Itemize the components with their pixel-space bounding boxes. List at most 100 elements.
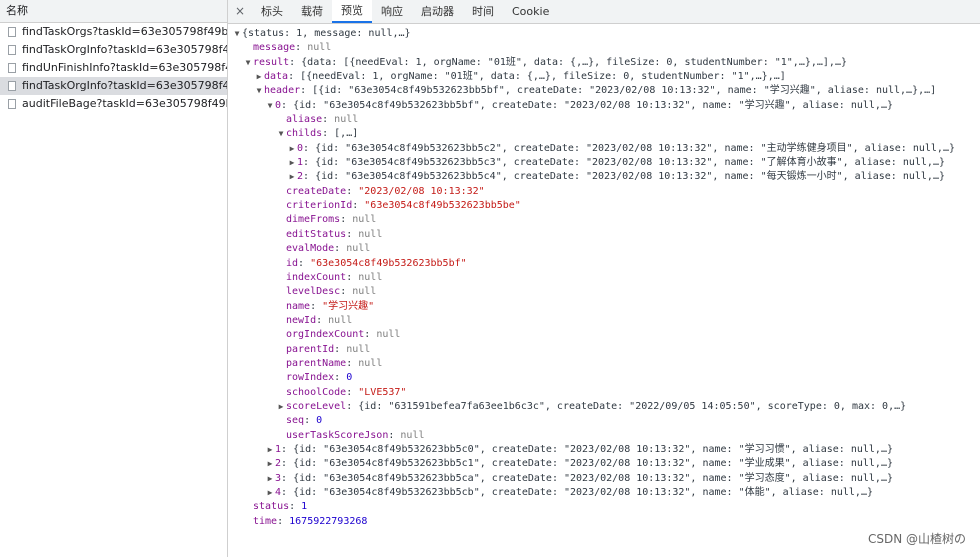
request-item[interactable]: auditFileBage?taskId=63e305798f49b53... <box>0 95 227 113</box>
collapsed-triangle-icon[interactable]: ▶ <box>287 170 297 184</box>
json-key: userTaskScoreJson <box>286 429 389 441</box>
json-line[interactable]: ▶ 4: {id: "63e3054c8f49b532623bb5cb", cre… <box>232 486 980 500</box>
json-line[interactable]: ▶ 0: {id: "63e3054c8f49b532623bb5c2", cre… <box>232 142 980 156</box>
json-line: schoolCode: "LVE537" <box>232 386 980 400</box>
json-line[interactable]: ▶ 1: {id: "63e3054c8f49b532623bb5c3", cre… <box>232 156 980 170</box>
json-value: : {id: "63e3054c8f49b532623bb5c1", creat… <box>281 458 893 470</box>
request-item[interactable]: findTaskOrgs?taskId=63e305798f49b53... <box>0 23 227 41</box>
json-value: 0 <box>346 372 353 384</box>
json-value: : <box>346 357 359 369</box>
tab-1[interactable]: 载荷 <box>292 0 332 23</box>
json-line[interactable]: ▼ childs: [,…] <box>232 127 980 141</box>
json-key: indexCount <box>286 271 347 283</box>
json-line[interactable]: ▼ result: {data: [{needEval: 1, orgName: … <box>232 56 980 70</box>
json-line: rowIndex: 0 <box>232 371 980 385</box>
request-item-label: auditFileBage?taskId=63e305798f49b53... <box>22 97 227 110</box>
collapsed-triangle-icon[interactable]: ▶ <box>254 70 264 84</box>
json-key: schoolCode <box>286 386 347 398</box>
json-value: : <box>334 343 347 355</box>
expanded-triangle-icon[interactable]: ▼ <box>265 99 275 113</box>
detail-panel: × 标头 载荷 预览 响应 启动器 时间 Cookie ▼ {status: 1, messa… <box>228 0 980 557</box>
request-item[interactable]: findTaskOrgInfo?taskId=63e305798f49b... <box>0 41 227 59</box>
json-line: evalMode: null <box>232 242 980 256</box>
json-key: rowIndex <box>286 372 335 384</box>
json-key: createDate <box>286 185 347 197</box>
json-line[interactable]: ▼ 0: {id: "63e3054c8f49b532623bb5bf", cre… <box>232 99 980 113</box>
json-line: parentName: null <box>232 357 980 371</box>
expanded-triangle-icon[interactable]: ▼ <box>276 127 286 141</box>
expanded-triangle-icon[interactable]: ▼ <box>232 27 242 41</box>
json-value: null <box>358 271 383 283</box>
json-value: null <box>346 343 371 355</box>
json-value: : {id: "63e3054c8f49b532623bb5cb", creat… <box>281 487 873 498</box>
json-value: : <box>277 515 290 527</box>
json-value: "学习兴趣" <box>322 300 375 312</box>
json-value: : <box>346 271 359 283</box>
request-item[interactable]: findTaskOrgInfo?taskId=63e305798f49b... <box>0 77 227 95</box>
tab-0[interactable]: 标头 <box>252 0 292 23</box>
tab-3[interactable]: 响应 <box>372 0 412 23</box>
json-value: 1 <box>301 501 308 513</box>
json-line[interactable]: ▶ data: [{needEval: 1, orgName: "01班", da… <box>232 70 980 84</box>
json-value: : {id: "63e3054c8f49b532623bb5c0", creat… <box>281 443 893 455</box>
json-line[interactable]: ▶ 1: {id: "63e3054c8f49b532623bb5c0", cre… <box>232 443 980 457</box>
json-value: "LVE537" <box>358 386 407 398</box>
json-key: parentName <box>286 357 347 369</box>
json-value: null <box>334 114 359 126</box>
json-line: createDate: "2023/02/08 10:13:32" <box>232 185 980 199</box>
json-value: : <box>304 415 317 427</box>
collapsed-triangle-icon[interactable]: ▶ <box>287 142 297 156</box>
json-value: : {id: "63e3054c8f49b532623bb5c4", creat… <box>303 171 945 183</box>
expanded-triangle-icon[interactable]: ▼ <box>254 84 264 98</box>
json-value: : <box>334 243 347 255</box>
json-line[interactable]: ▶ 3: {id: "63e3054c8f49b532623bb5ca", cre… <box>232 472 980 486</box>
json-preview: ▼ {status: 1, message: null,…} message: n… <box>232 27 980 529</box>
json-line: criterionId: "63e3054c8f49b532623bb5be" <box>232 199 980 213</box>
json-line[interactable]: ▼ {status: 1, message: null,…} <box>232 27 980 41</box>
json-value: : <box>388 429 401 441</box>
expanded-triangle-icon[interactable]: ▼ <box>243 56 253 70</box>
json-key: levelDesc <box>286 286 341 298</box>
json-key: status <box>253 501 290 513</box>
json-line: newId: null <box>232 314 980 328</box>
tab-6[interactable]: Cookie <box>503 0 558 23</box>
json-line[interactable]: ▶ 2: {id: "63e3054c8f49b532623bb5c4", cre… <box>232 170 980 184</box>
collapsed-triangle-icon[interactable]: ▶ <box>265 486 275 500</box>
json-value: : [,…] <box>322 128 359 140</box>
request-item-label: findTaskOrgInfo?taskId=63e305798f49b... <box>22 79 227 92</box>
collapsed-triangle-icon[interactable]: ▶ <box>265 443 275 457</box>
collapsed-triangle-icon[interactable]: ▶ <box>265 457 275 471</box>
json-line[interactable]: ▶ 2: {id: "63e3054c8f49b532623bb5c1", cre… <box>232 457 980 471</box>
json-line[interactable]: ▶ scoreLevel: {id: "631591befea7fa63ee1b6… <box>232 400 980 414</box>
collapsed-triangle-icon[interactable]: ▶ <box>287 156 297 170</box>
json-line: name: "学习兴趣" <box>232 300 980 314</box>
collapsed-triangle-icon[interactable]: ▶ <box>265 472 275 486</box>
json-line: seq: 0 <box>232 414 980 428</box>
json-value: : <box>289 501 302 513</box>
tab-2[interactable]: 预览 <box>332 0 372 23</box>
json-value: "63e3054c8f49b532623bb5bf" <box>310 257 467 269</box>
close-icon[interactable]: × <box>228 0 252 23</box>
json-value: : <box>364 329 377 341</box>
file-icon <box>8 27 16 37</box>
tab-5[interactable]: 时间 <box>463 0 503 23</box>
tab-4[interactable]: 启动器 <box>412 0 463 23</box>
json-line[interactable]: ▼ header: [{id: "63e3054c8f49b532623bb5bf… <box>232 84 980 98</box>
file-icon <box>8 45 16 55</box>
request-item[interactable]: findUnFinishInfo?taskId=63e305798f49... <box>0 59 227 77</box>
json-key: time <box>253 515 278 527</box>
json-value: 0 <box>316 415 323 427</box>
json-key: seq <box>286 415 305 427</box>
collapsed-triangle-icon[interactable]: ▶ <box>276 400 286 414</box>
json-line: id: "63e3054c8f49b532623bb5bf" <box>232 257 980 271</box>
request-item-label: findUnFinishInfo?taskId=63e305798f49... <box>22 61 227 74</box>
